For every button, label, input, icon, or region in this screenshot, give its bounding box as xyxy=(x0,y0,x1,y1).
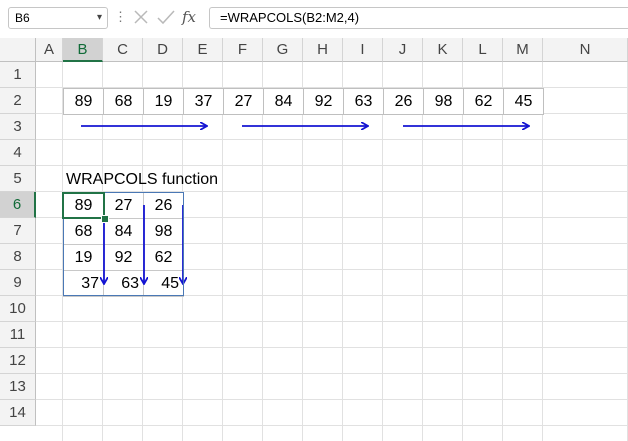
row-header-14[interactable]: 14 xyxy=(0,400,36,426)
row-header-5[interactable]: 5 xyxy=(0,166,36,192)
result-cell[interactable]: 19 xyxy=(63,244,104,271)
grid-line-vertical xyxy=(382,62,383,441)
result-cell[interactable]: 89 xyxy=(63,192,104,219)
source-cell[interactable]: 84 xyxy=(263,88,304,115)
source-cell[interactable]: 45 xyxy=(503,88,544,115)
grid-line-horizontal xyxy=(36,165,628,166)
function-title-label: WRAPCOLS function xyxy=(66,171,219,188)
source-cell[interactable]: 19 xyxy=(143,88,184,115)
row-header-11[interactable]: 11 xyxy=(0,322,36,348)
row-header-4[interactable]: 4 xyxy=(0,140,36,166)
source-cell[interactable]: 98 xyxy=(423,88,464,115)
grid-line-vertical xyxy=(502,62,503,441)
result-cell[interactable]: 63 xyxy=(103,270,144,297)
result-cell[interactable]: 92 xyxy=(103,244,144,271)
row-header-3[interactable]: 3 xyxy=(0,114,36,140)
grid-line-vertical xyxy=(422,62,423,441)
worksheet-grid[interactable]: A B C D E F G H I J K L M N 1 2 3 4 5 6 7 8 9 10 11 12 13 14 89 68 19 3… xyxy=(0,0,628,441)
source-cell[interactable]: 37 xyxy=(183,88,224,115)
result-cell[interactable]: 27 xyxy=(103,192,144,219)
row-header-12[interactable]: 12 xyxy=(0,348,36,374)
column-header-b[interactable]: B xyxy=(63,38,103,62)
source-cell[interactable]: 27 xyxy=(223,88,264,115)
column-header-h[interactable]: H xyxy=(303,38,343,62)
grid-line-vertical xyxy=(462,62,463,441)
row-header-6[interactable]: 6 xyxy=(0,192,36,218)
column-header-a[interactable]: A xyxy=(36,38,63,62)
column-header-k[interactable]: K xyxy=(423,38,463,62)
source-cell[interactable]: 68 xyxy=(103,88,144,115)
column-header-j[interactable]: J xyxy=(383,38,423,62)
result-cell[interactable]: 62 xyxy=(143,244,184,271)
source-cell[interactable]: 92 xyxy=(303,88,344,115)
grid-line-horizontal xyxy=(36,373,628,374)
row-header-2[interactable]: 2 xyxy=(0,88,36,114)
row-header-7[interactable]: 7 xyxy=(0,218,36,244)
grid-line-vertical xyxy=(222,62,223,441)
fill-handle[interactable] xyxy=(101,215,109,223)
select-all-corner[interactable] xyxy=(0,38,36,62)
result-cell[interactable]: 68 xyxy=(63,218,104,245)
column-header-m[interactable]: M xyxy=(503,38,543,62)
row-header-13[interactable]: 13 xyxy=(0,374,36,400)
grid-line-vertical xyxy=(542,62,543,441)
column-header-g[interactable]: G xyxy=(263,38,303,62)
grid-line-vertical xyxy=(302,62,303,441)
result-cell[interactable]: 98 xyxy=(143,218,184,245)
row-header-8[interactable]: 8 xyxy=(0,244,36,270)
grid-line-vertical xyxy=(342,62,343,441)
grid-line-vertical xyxy=(262,62,263,441)
source-cell[interactable]: 62 xyxy=(463,88,504,115)
grid-line-horizontal xyxy=(36,347,628,348)
result-cell[interactable]: 84 xyxy=(103,218,144,245)
grid-line-horizontal xyxy=(36,321,628,322)
row-header-9[interactable]: 9 xyxy=(0,270,36,296)
grid-line-horizontal xyxy=(36,139,628,140)
column-header-f[interactable]: F xyxy=(223,38,263,62)
source-cell[interactable]: 63 xyxy=(343,88,384,115)
row-header-10[interactable]: 10 xyxy=(0,296,36,322)
column-header-e[interactable]: E xyxy=(183,38,223,62)
source-cell[interactable]: 26 xyxy=(383,88,424,115)
result-cell[interactable]: 37 xyxy=(63,270,104,297)
result-cell[interactable]: 26 xyxy=(143,192,184,219)
column-header-i[interactable]: I xyxy=(343,38,383,62)
grid-line-horizontal xyxy=(36,399,628,400)
grid-line-horizontal xyxy=(36,425,628,426)
result-cell[interactable]: 45 xyxy=(143,270,184,297)
column-header-d[interactable]: D xyxy=(143,38,183,62)
row-header-1[interactable]: 1 xyxy=(0,62,36,88)
column-header-l[interactable]: L xyxy=(463,38,503,62)
column-header-n[interactable]: N xyxy=(543,38,628,62)
source-cell[interactable]: 89 xyxy=(63,88,104,115)
column-header-c[interactable]: C xyxy=(103,38,143,62)
